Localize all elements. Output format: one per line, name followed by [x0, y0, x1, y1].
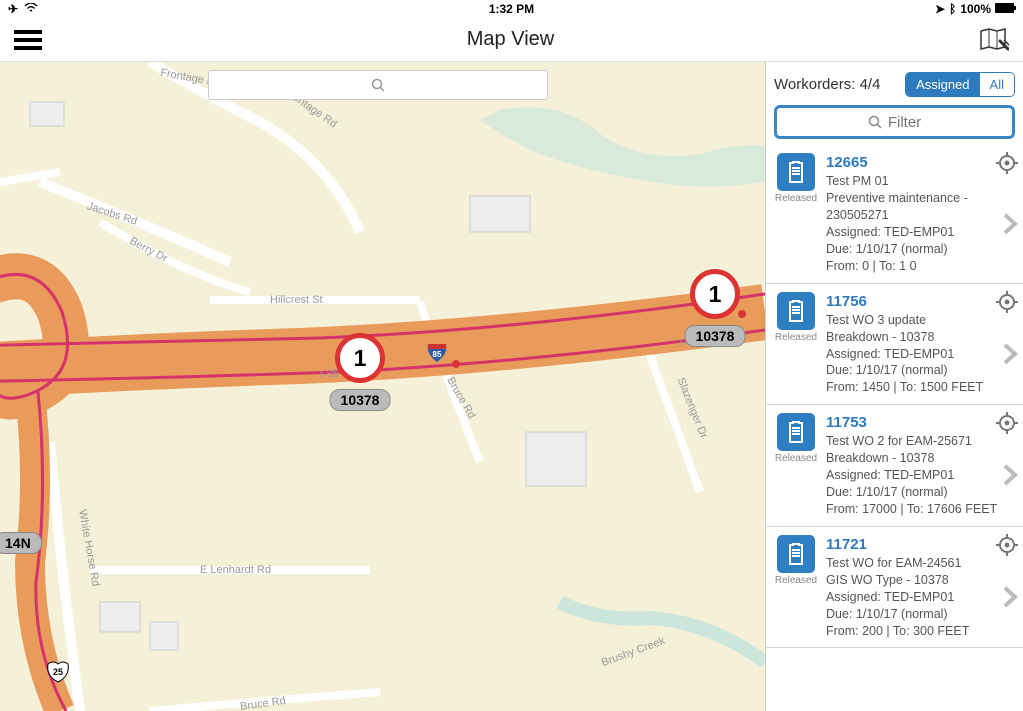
- locate-button[interactable]: [995, 151, 1019, 175]
- clipboard-icon: [777, 413, 815, 451]
- workorder-body: 11756Test WO 3 updateBreakdown - 10378As…: [826, 292, 1019, 397]
- locate-button[interactable]: [995, 411, 1019, 435]
- road-label: E Lenhardt Rd: [200, 564, 271, 576]
- workorder-due: Due: 1/10/17 (normal): [826, 484, 1019, 501]
- workorder-body: 12665Test PM 01Preventive maintenance - …: [826, 153, 1019, 275]
- filter-input[interactable]: Filter: [774, 105, 1015, 139]
- clock: 1:32 PM: [489, 2, 534, 16]
- workorder-fromto: From: 17000 | To: 17606 FEET: [826, 501, 1019, 518]
- workorder-count: Workorders: 4/4: [774, 76, 897, 93]
- workorder-body: 11721Test WO for EAM-24561GIS WO Type - …: [826, 535, 1019, 640]
- chevron-right-icon[interactable]: [1001, 211, 1019, 242]
- status-label: Released: [775, 453, 817, 464]
- pin-count: 1: [690, 269, 740, 319]
- bluetooth-icon: ᛒ: [949, 2, 956, 16]
- workorder-title: Test PM 01: [826, 173, 1019, 190]
- workorder-item[interactable]: Released 11753Test WO 2 for EAM-25671Brea…: [766, 405, 1023, 527]
- workorder-title: Test WO 2 for EAM-25671: [826, 433, 1019, 450]
- page-title: Map View: [467, 28, 554, 51]
- workorder-fromto: From: 1450 | To: 1500 FEET: [826, 379, 1019, 396]
- workorder-status: Released: [772, 413, 820, 518]
- workorder-title: Test WO for EAM-24561: [826, 555, 1019, 572]
- clipboard-icon: [777, 535, 815, 573]
- workorder-type: Preventive maintenance - 230505271: [826, 190, 1019, 224]
- chevron-right-icon[interactable]: [1001, 341, 1019, 372]
- map-edit-button[interactable]: [979, 27, 1009, 53]
- workorder-body: 11753Test WO 2 for EAM-25671Breakdown - …: [826, 413, 1019, 518]
- menu-button[interactable]: [14, 30, 42, 50]
- workorder-title: Test WO 3 update: [826, 312, 1019, 329]
- workorder-item[interactable]: Released 11756Test WO 3 updateBreakdown -…: [766, 284, 1023, 406]
- status-label: Released: [775, 193, 817, 204]
- pin-label: 10378: [330, 389, 391, 411]
- map-pin[interactable]: 110378: [335, 333, 385, 389]
- chevron-right-icon[interactable]: [1001, 462, 1019, 493]
- filter-label: Filter: [888, 114, 921, 131]
- workorder-status: Released: [772, 535, 820, 640]
- workorder-id[interactable]: 11756: [826, 292, 1019, 312]
- workorder-due: Due: 1/10/17 (normal): [826, 362, 1019, 379]
- status-bar: ✈ 1:32 PM ➤ ᛒ 100%: [0, 0, 1023, 18]
- title-bar: Map View: [0, 18, 1023, 62]
- workorder-assigned: Assigned: TED-EMP01: [826, 589, 1019, 606]
- map-search-input[interactable]: [208, 70, 548, 100]
- workorder-list[interactable]: Released 12665Test PM 01Preventive mainte…: [766, 145, 1023, 711]
- search-icon: [371, 78, 385, 92]
- seg-assigned[interactable]: Assigned: [906, 73, 979, 96]
- workorder-status: Released: [772, 153, 820, 275]
- pin-label: 10378: [685, 325, 746, 347]
- assigned-toggle[interactable]: Assigned All: [905, 72, 1015, 97]
- map-pin[interactable]: 110378: [690, 269, 740, 325]
- battery-icon: [995, 2, 1017, 16]
- status-label: Released: [775, 332, 817, 343]
- battery-percent: 100%: [960, 2, 991, 16]
- workorder-item[interactable]: Released 11721Test WO for EAM-24561GIS WO…: [766, 527, 1023, 649]
- svg-text:25: 25: [53, 667, 63, 677]
- chevron-right-icon[interactable]: [1001, 584, 1019, 615]
- workorder-due: Due: 1/10/17 (normal): [826, 606, 1019, 623]
- workorder-id[interactable]: 12665: [826, 153, 1019, 173]
- workorder-status: Released: [772, 292, 820, 397]
- road-label: Hillcrest St: [270, 294, 323, 306]
- workorder-type: Breakdown - 10378: [826, 450, 1019, 467]
- clipboard-icon: [777, 153, 815, 191]
- workorder-item[interactable]: Released 12665Test PM 01Preventive mainte…: [766, 145, 1023, 284]
- workorder-assigned: Assigned: TED-EMP01: [826, 224, 1019, 241]
- workorder-due: Due: 1/10/17 (normal): [826, 241, 1019, 258]
- workorder-fromto: From: 0 | To: 1 0: [826, 258, 1019, 275]
- location-icon: ➤: [935, 2, 945, 16]
- status-label: Released: [775, 575, 817, 586]
- map-edge-label: 14N: [0, 532, 42, 554]
- search-icon: [868, 115, 882, 129]
- pin-count: 1: [335, 333, 385, 383]
- seg-all[interactable]: All: [980, 73, 1014, 96]
- workorder-type: GIS WO Type - 10378: [826, 572, 1019, 589]
- workorder-fromto: From: 200 | To: 300 FEET: [826, 623, 1019, 640]
- locate-button[interactable]: [995, 290, 1019, 314]
- workorder-assigned: Assigned: TED-EMP01: [826, 467, 1019, 484]
- workorder-id[interactable]: 11721: [826, 535, 1019, 555]
- workorder-id[interactable]: 11753: [826, 413, 1019, 433]
- workorder-type: Breakdown - 10378: [826, 329, 1019, 346]
- map-canvas[interactable]: 85 25 Frontage RdFrontage RdJacobs RdBer…: [0, 62, 765, 711]
- clipboard-icon: [777, 292, 815, 330]
- workorder-panel: Workorders: 4/4 Assigned All Filter Rele…: [765, 62, 1023, 711]
- workorder-assigned: Assigned: TED-EMP01: [826, 346, 1019, 363]
- locate-button[interactable]: [995, 533, 1019, 557]
- airplane-icon: ✈: [8, 2, 18, 16]
- svg-text:85: 85: [433, 350, 442, 359]
- wifi-icon: [24, 2, 38, 16]
